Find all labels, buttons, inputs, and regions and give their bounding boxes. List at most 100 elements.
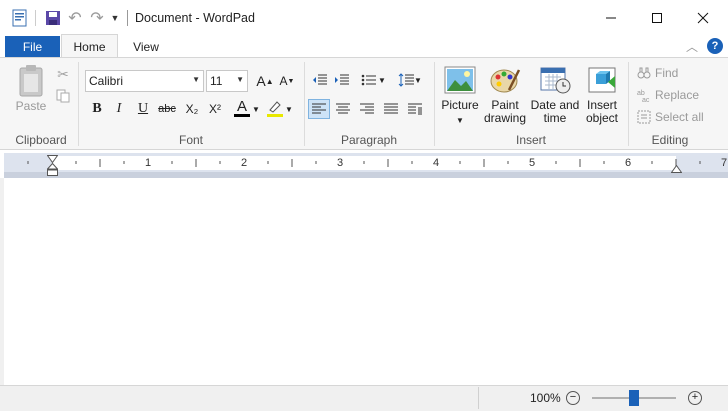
paragraph-group-label: Paragraph xyxy=(340,133,398,147)
chevron-down-icon[interactable]: ▼ xyxy=(413,70,423,90)
picture-icon xyxy=(444,66,476,94)
palette-icon xyxy=(490,69,521,93)
subscript-button[interactable]: X₂ xyxy=(181,99,203,119)
picture-button[interactable]: Picture ▼ xyxy=(439,66,481,127)
ruler-number: 3 xyxy=(337,157,343,169)
clipboard-group-label: Clipboard xyxy=(15,133,67,147)
cut-icon[interactable]: ✂ xyxy=(52,64,74,84)
bold-button[interactable]: B xyxy=(86,99,108,119)
paint-drawing-button[interactable]: Paint drawing xyxy=(483,66,527,125)
replace-button[interactable]: ab ac Replace xyxy=(637,88,699,102)
ruler-number: 6 xyxy=(625,157,631,169)
quick-access-divider xyxy=(35,10,36,26)
justify-icon[interactable] xyxy=(380,99,402,119)
chevron-down-icon: ▼ xyxy=(236,75,244,84)
strikethrough-button[interactable]: abc xyxy=(156,99,178,119)
ruler-number: 2 xyxy=(241,157,247,169)
svg-text:ab: ab xyxy=(637,90,645,97)
title-divider xyxy=(127,10,128,26)
document-editor[interactable] xyxy=(4,178,726,385)
collapse-ribbon-icon[interactable]: ︿ xyxy=(686,38,698,55)
highlight-button[interactable] xyxy=(264,98,286,118)
zoom-out-icon[interactable]: − xyxy=(566,391,580,405)
highlighter-icon xyxy=(269,100,281,113)
chevron-down-icon[interactable]: ▼ xyxy=(251,99,261,119)
decrease-indent-icon[interactable] xyxy=(309,70,331,90)
date-label-line2: time xyxy=(543,111,567,125)
editing-group-label: Editing xyxy=(651,133,689,147)
align-left-icon[interactable] xyxy=(308,99,330,119)
paste-label: Paste xyxy=(15,99,47,113)
insert-group-label: Insert xyxy=(515,133,546,147)
maximize-icon xyxy=(652,13,662,23)
highlight-swatch xyxy=(267,113,283,117)
font-color-glyph: A xyxy=(236,97,247,115)
tab-home[interactable]: Home xyxy=(61,34,118,58)
paste-button[interactable]: Paste xyxy=(12,64,50,113)
insert-object-button[interactable]: Insert object xyxy=(583,66,621,125)
chevron-down-icon: ▼ xyxy=(456,116,464,125)
tab-file[interactable]: File xyxy=(5,36,60,58)
ruler-ticks: 1 2 3 4 5 6 7 xyxy=(27,157,727,169)
find-label: Find xyxy=(655,66,679,80)
save-icon[interactable] xyxy=(44,8,62,28)
shrink-font-icon[interactable]: A ▼ xyxy=(276,71,298,91)
font-color-button[interactable]: A xyxy=(231,98,253,118)
chevron-down-icon: ▼ xyxy=(192,75,200,84)
customize-quick-access-icon[interactable]: ▼ xyxy=(108,8,122,28)
window-title: Document - WordPad xyxy=(135,11,255,25)
date-time-button[interactable]: Date and time xyxy=(529,66,581,125)
copy-icon[interactable] xyxy=(52,86,74,106)
ruler-number: 1 xyxy=(145,157,151,169)
zoom-in-icon[interactable]: + xyxy=(688,391,702,405)
zoom-slider-thumb[interactable] xyxy=(629,390,639,406)
font-family-select[interactable]: Calibri ▼ xyxy=(85,70,204,92)
ruler-number: 7 xyxy=(721,157,727,169)
left-indent-marker[interactable] xyxy=(46,162,59,179)
replace-icon: abac xyxy=(637,90,650,102)
increase-indent-icon[interactable] xyxy=(331,70,353,90)
minimize-button[interactable] xyxy=(588,0,634,36)
ruler-number: 5 xyxy=(529,157,535,169)
binoculars-icon xyxy=(637,67,651,79)
underline-button[interactable]: U xyxy=(132,99,154,119)
ruler-number: 4 xyxy=(433,157,439,169)
status-separator xyxy=(478,387,479,409)
replace-label: Replace xyxy=(655,88,700,102)
select-all-button[interactable]: Select all xyxy=(637,110,704,124)
select-all-label: Select all xyxy=(655,110,704,124)
object-label-line2: object xyxy=(585,111,619,125)
superscript-button[interactable]: X² xyxy=(204,99,226,119)
font-color-swatch xyxy=(234,113,250,117)
grow-font-icon[interactable]: A ▲ xyxy=(254,71,276,91)
font-group-label: Font xyxy=(178,133,203,147)
font-family-value: Calibri xyxy=(89,74,124,88)
close-button[interactable] xyxy=(680,0,726,36)
wordpad-app-icon[interactable] xyxy=(10,8,30,28)
calendar-clock-icon xyxy=(540,67,571,94)
help-icon[interactable]: ? xyxy=(707,38,723,54)
maximize-button[interactable] xyxy=(634,0,680,36)
chevron-down-icon[interactable]: ▼ xyxy=(377,70,387,90)
redo-icon[interactable]: ↷ xyxy=(88,8,106,28)
zoom-level: 100% xyxy=(530,391,561,405)
picture-label: Picture xyxy=(441,98,479,112)
align-center-icon[interactable] xyxy=(332,99,354,119)
tab-view[interactable]: View xyxy=(121,36,171,58)
font-size-value: 11 xyxy=(210,74,223,88)
paragraph-settings-icon[interactable] xyxy=(404,99,426,119)
insert-object-icon xyxy=(588,67,616,93)
paint-label-line2: drawing xyxy=(483,111,527,125)
align-right-icon[interactable] xyxy=(356,99,378,119)
font-size-select[interactable]: 11 ▼ xyxy=(206,70,248,92)
chevron-down-icon[interactable]: ▼ xyxy=(284,99,294,119)
right-indent-marker[interactable] xyxy=(670,162,683,176)
svg-text:ac: ac xyxy=(642,97,650,102)
select-all-icon xyxy=(637,110,651,124)
undo-icon[interactable]: ↶ xyxy=(66,8,84,28)
italic-button[interactable]: I xyxy=(108,99,130,119)
find-button[interactable]: Find xyxy=(637,66,678,80)
paste-icon xyxy=(19,65,43,97)
minimize-icon xyxy=(606,17,616,19)
close-icon xyxy=(697,12,709,24)
